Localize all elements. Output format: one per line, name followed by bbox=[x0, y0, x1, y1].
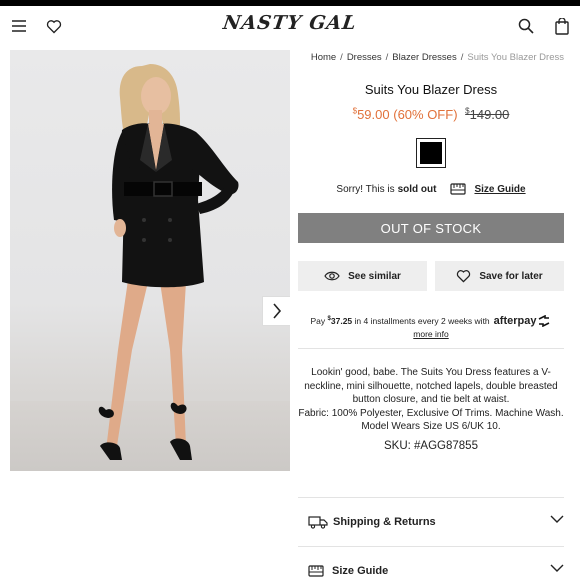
shipping-returns-label: Shipping & Returns bbox=[333, 516, 436, 528]
product-price: $59.00 (60% OFF) $149.00 bbox=[298, 107, 564, 122]
ruler-icon bbox=[308, 565, 324, 577]
afterpay-amount: $37.25 bbox=[327, 316, 353, 326]
divider bbox=[298, 497, 564, 498]
description-fabric: Fabric: 100% Polyester, Exclusive Of Tri… bbox=[298, 407, 564, 419]
see-similar-label: See similar bbox=[348, 270, 401, 282]
next-image-button[interactable] bbox=[262, 296, 290, 326]
model-illustration bbox=[98, 64, 239, 460]
chevron-down-icon bbox=[550, 564, 564, 572]
size-guide-label: Size Guide bbox=[474, 183, 526, 195]
chevron-right-icon bbox=[273, 303, 282, 319]
site-header: NASTY GAL bbox=[0, 6, 580, 46]
availability-prefix: Sorry! This is bbox=[336, 183, 395, 195]
afterpay-more-info-link[interactable]: more info bbox=[298, 329, 564, 339]
breadcrumb-separator: / bbox=[340, 52, 343, 63]
product-sku: SKU: #AGG87855 bbox=[384, 440, 478, 452]
afterpay-logo: afterpay bbox=[494, 315, 552, 327]
breadcrumb-separator: / bbox=[385, 52, 389, 63]
size-guide-accordion-label: Size Guide bbox=[332, 565, 389, 577]
chevron-down-icon bbox=[550, 515, 564, 523]
description-model: Model Wears Size US 6/UK 10. bbox=[361, 421, 501, 432]
breadcrumb-separator: / bbox=[460, 52, 464, 63]
search-icon[interactable] bbox=[516, 16, 536, 36]
see-similar-button[interactable]: See similar bbox=[298, 261, 427, 291]
afterpay-pay: Pay bbox=[310, 316, 326, 326]
breadcrumb-dresses[interactable]: Dresses bbox=[347, 52, 382, 63]
save-for-later-label: Save for later bbox=[479, 270, 543, 282]
product-image[interactable] bbox=[10, 50, 290, 471]
size-guide-link[interactable]: Size Guide bbox=[450, 183, 526, 195]
divider bbox=[298, 546, 564, 547]
original-price: $149.00 bbox=[465, 107, 510, 123]
breadcrumb-home[interactable]: Home bbox=[311, 52, 336, 63]
breadcrumb-current: Suits You Blazer Dress bbox=[467, 52, 564, 63]
bag-icon[interactable] bbox=[552, 16, 572, 36]
color-swatch-fill bbox=[420, 142, 442, 164]
product-title: Suits You Blazer Dress bbox=[364, 82, 498, 97]
truck-icon bbox=[308, 516, 328, 529]
brand-logo[interactable]: NASTY GAL bbox=[0, 12, 580, 34]
eye-icon bbox=[324, 271, 340, 281]
breadcrumb-blazer-dresses[interactable]: Blazer Dresses bbox=[392, 52, 456, 63]
availability-status: sold out bbox=[397, 183, 437, 195]
product-description: Lookin' good, babe. The Suits You Dress … bbox=[298, 366, 564, 434]
breadcrumb: Home / Dresses / Blazer Dresses / Suits You Bl… bbox=[298, 52, 564, 63]
availability-row: Sorry! This is sold out Size Guide bbox=[298, 183, 564, 195]
shipping-returns-accordion[interactable]: Shipping & Returns bbox=[298, 499, 564, 545]
divider bbox=[298, 348, 564, 349]
sale-price: $59.00 (60% OFF) bbox=[352, 107, 458, 123]
ruler-icon bbox=[450, 183, 467, 195]
heart-icon bbox=[457, 270, 471, 283]
save-for-later-button[interactable]: Save for later bbox=[435, 261, 564, 291]
description-text: Lookin' good, babe. The Suits You Dress … bbox=[304, 367, 558, 405]
afterpay-info: Pay $37.25 in 4 installments every 2 wee… bbox=[298, 315, 564, 339]
afterpay-arrows-icon bbox=[539, 315, 550, 327]
color-swatch[interactable] bbox=[416, 138, 446, 168]
afterpay-terms: in 4 installments every 2 weeks with bbox=[354, 316, 490, 326]
size-guide-accordion[interactable]: Size Guide bbox=[298, 548, 564, 580]
out-of-stock-button[interactable]: OUT OF STOCK bbox=[298, 213, 564, 243]
